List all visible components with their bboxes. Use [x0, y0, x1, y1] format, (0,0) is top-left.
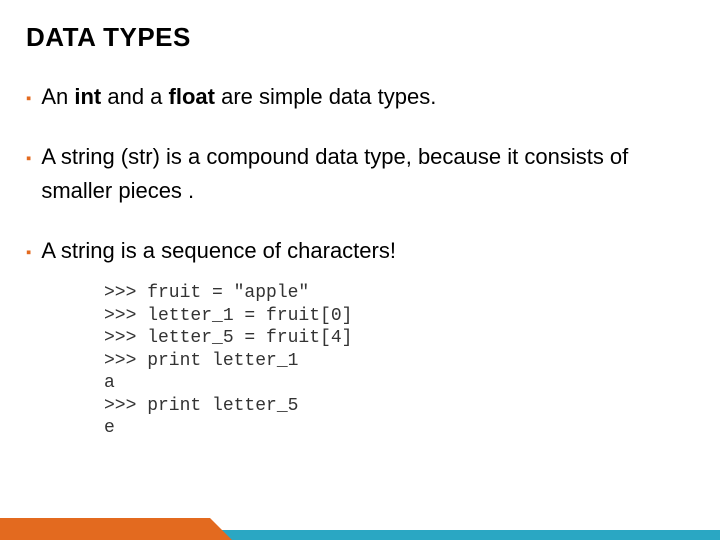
slide-title: DATA TYPES	[26, 22, 191, 53]
code-block: >>> fruit = "apple" >>> letter_1 = fruit…	[104, 282, 690, 440]
bullet-item: ▪ A string is a sequence of characters!	[26, 234, 690, 268]
footer-accent-orange	[0, 518, 210, 540]
bullet-text: An int and a float are simple data types…	[41, 80, 690, 114]
bullet-marker-icon: ▪	[26, 147, 31, 170]
bullet-item: ▪ An int and a float are simple data typ…	[26, 80, 690, 114]
bullet-item: ▪ A string (str) is a compound data type…	[26, 140, 690, 208]
slide: DATA TYPES ▪ An int and a float are simp…	[0, 0, 720, 540]
bullet-text: A string (str) is a compound data type, …	[41, 140, 690, 208]
bullet-marker-icon: ▪	[26, 87, 31, 110]
slide-body: ▪ An int and a float are simple data typ…	[26, 80, 690, 440]
bullet-marker-icon: ▪	[26, 241, 31, 264]
footer-accent-triangle	[210, 518, 232, 540]
bullet-text: A string is a sequence of characters!	[41, 234, 690, 268]
footer-bar	[0, 518, 720, 540]
